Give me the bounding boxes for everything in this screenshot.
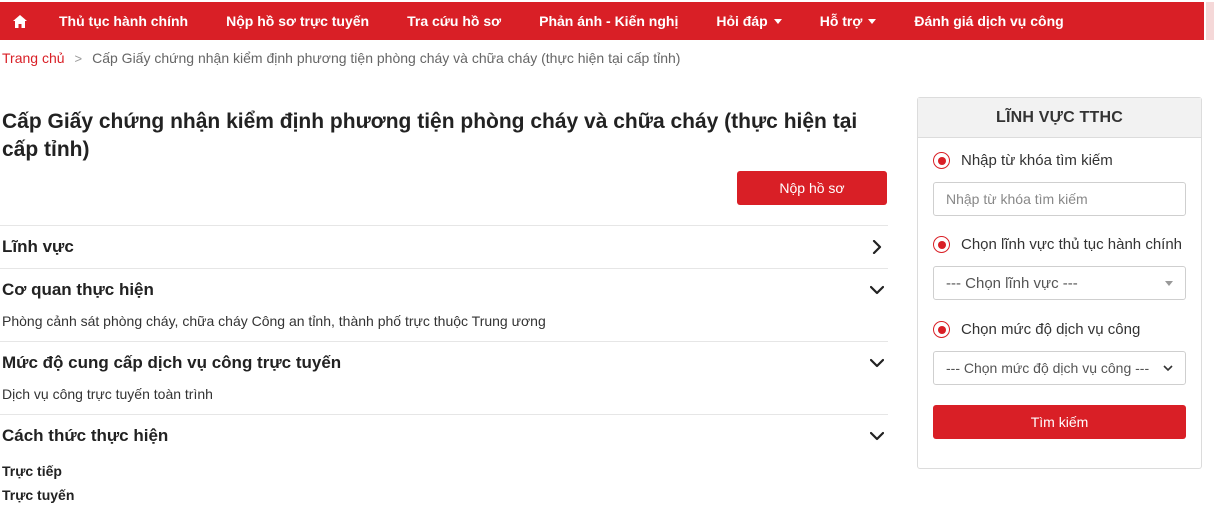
nav-item-phan-anh[interactable]: Phản ánh - Kiến nghị (520, 2, 697, 40)
section-muc-do: Mức độ cung cấp dịch vụ công trực tuyến … (0, 341, 888, 414)
section-content: Dịch vụ công trực tuyến toàn trình (2, 386, 213, 402)
breadcrumb-separator: > (74, 50, 83, 66)
section-title: Mức độ cung cấp dịch vụ công trực tuyến (2, 353, 342, 372)
chevron-down-icon (868, 354, 886, 372)
chevron-right-icon (868, 238, 886, 256)
search-button[interactable]: Tìm kiếm (933, 405, 1186, 439)
section-content: Trực tiếp Trực tuyến (0, 457, 888, 517)
section-header[interactable]: Cách thức thực hiện (0, 415, 888, 457)
method-item: Trực tuyến (2, 487, 75, 503)
select-value: --- Chọn lĩnh vực --- (946, 274, 1078, 292)
section-co-quan: Cơ quan thực hiện Phòng cảnh sát phòng c… (0, 268, 888, 341)
main-content: Cấp Giấy chứng nhận kiểm định phương tiệ… (0, 98, 888, 503)
nav-home-button[interactable] (0, 2, 40, 40)
sidebar-search-panel: LĨNH VỰC TTHC Nhập từ khóa tìm kiếm Chọn… (917, 97, 1202, 469)
caret-down-icon (773, 18, 782, 24)
sidebar-heading: LĨNH VỰC TTHC (918, 98, 1201, 138)
nav-item-ho-tro[interactable]: Hỗ trợ (801, 2, 896, 40)
nav-item-thu-tuc[interactable]: Thủ tục hành chính (40, 2, 207, 40)
scroll-hint (1206, 2, 1214, 40)
chevron-down-icon (1163, 364, 1173, 371)
section-title: Cơ quan thực hiện (2, 280, 154, 299)
section-header[interactable]: Mức độ cung cấp dịch vụ công trực tuyến (0, 342, 888, 384)
section-linh-vuc: Lĩnh vực (0, 225, 888, 268)
nav-item-nop-ho-so[interactable]: Nộp hồ sơ trực tuyến (207, 2, 388, 40)
page-edge (1204, 0, 1214, 517)
nav-item-label: Tra cứu hồ sơ (407, 13, 502, 29)
nav-item-label: Hỗ trợ (819, 13, 863, 29)
keyword-search-input[interactable] (933, 182, 1186, 216)
nav-item-label: Nộp hồ sơ trực tuyến (226, 13, 370, 29)
radio-label: Nhập từ khóa tìm kiếm (961, 152, 1113, 169)
section-title: Cách thức thực hiện (2, 426, 169, 445)
chevron-down-icon (868, 427, 886, 445)
procedure-sections: Lĩnh vực Cơ quan thực hiện Phòng cảnh sá… (0, 225, 888, 517)
breadcrumb: Trang chủ > Cấp Giấy chứng nhận kiểm địn… (2, 50, 680, 66)
top-navbar: Thủ tục hành chính Nộp hồ sơ trực tuyến … (0, 2, 1204, 40)
home-icon (13, 14, 27, 28)
breadcrumb-current: Cấp Giấy chứng nhận kiểm định phương tiệ… (92, 50, 681, 66)
nav-item-tra-cuu[interactable]: Tra cứu hồ sơ (388, 2, 520, 40)
dropdown-arrow-icon (1165, 280, 1173, 286)
radio-field[interactable]: Chọn lĩnh vực thủ tục hành chính (933, 236, 1182, 253)
radio-checked-icon (933, 236, 950, 253)
radio-checked-icon (933, 321, 950, 338)
radio-label: Chọn mức độ dịch vụ công (961, 321, 1141, 338)
section-content: Phòng cảnh sát phòng cháy, chữa cháy Côn… (2, 313, 546, 329)
section-title: Lĩnh vực (2, 237, 74, 256)
nav-item-label: Phản ánh - Kiến nghị (539, 13, 679, 29)
nav-item-label: Hỏi đáp (716, 13, 768, 29)
radio-label: Chọn lĩnh vực thủ tục hành chính (961, 236, 1183, 253)
select-value: --- Chọn mức độ dịch vụ công --- (946, 360, 1150, 376)
section-header[interactable]: Cơ quan thực hiện (0, 269, 888, 311)
radio-level[interactable]: Chọn mức độ dịch vụ công (933, 321, 1140, 338)
nav-item-hoi-dap[interactable]: Hỏi đáp (697, 2, 800, 40)
page-title: Cấp Giấy chứng nhận kiểm định phương tiệ… (2, 110, 858, 161)
level-select[interactable]: --- Chọn mức độ dịch vụ công --- (933, 351, 1186, 385)
caret-down-icon (868, 18, 877, 24)
radio-keyword[interactable]: Nhập từ khóa tìm kiếm (933, 152, 1113, 169)
chevron-down-icon (868, 281, 886, 299)
field-select[interactable]: --- Chọn lĩnh vực --- (933, 266, 1186, 300)
breadcrumb-home-link[interactable]: Trang chủ (2, 50, 65, 66)
method-item: Trực tiếp (2, 463, 62, 479)
section-header[interactable]: Lĩnh vực (0, 226, 888, 268)
nav-item-danh-gia[interactable]: Đánh giá dịch vụ công (895, 2, 1082, 40)
radio-checked-icon (933, 152, 950, 169)
section-cach-thuc: Cách thức thực hiện Trực tiếp Trực tuyến (0, 414, 888, 517)
nav-item-label: Thủ tục hành chính (59, 13, 189, 29)
nav-item-label: Đánh giá dịch vụ công (914, 13, 1064, 29)
submit-application-button[interactable]: Nộp hồ sơ (737, 171, 887, 205)
